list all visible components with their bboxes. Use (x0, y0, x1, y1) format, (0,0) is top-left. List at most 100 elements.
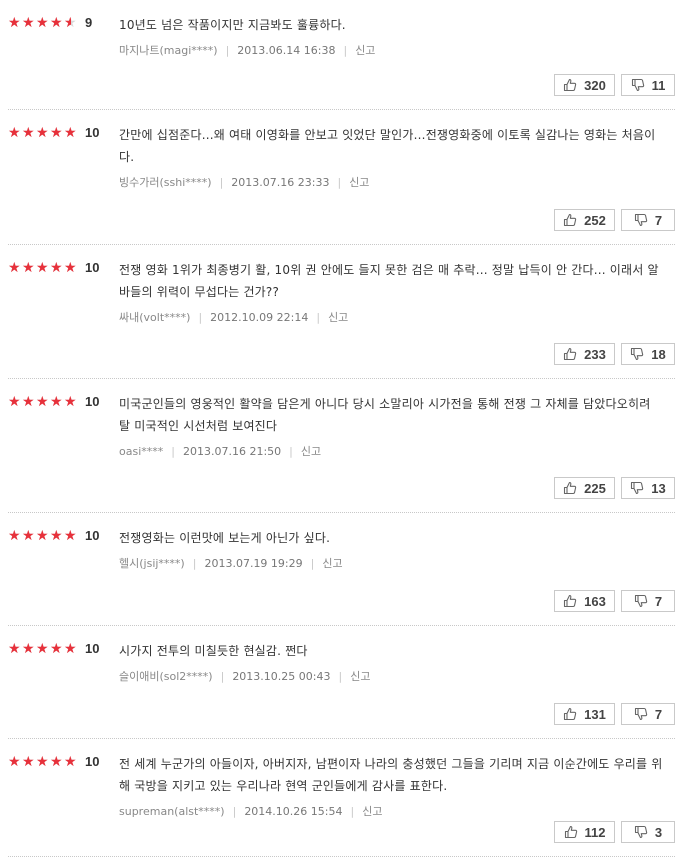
report-link[interactable]: 신고 (322, 555, 342, 571)
review-text: 10년도 넘은 작품이지만 지금봐도 훌륭하다. (119, 18, 346, 32)
dislike-count: 7 (654, 706, 663, 722)
divider: | (225, 43, 230, 57)
star-rating: ★ ★ ★ ★ ★ ★ ★ ★ ★ ★ (8, 16, 78, 30)
thumbs-down-icon (634, 594, 648, 608)
review-item: ★ ★ ★ ★ ★ ★ ★ ★ ★ ★ 10 시가지 전투의 미칠듯한 현실감. 쩐다 슬이애비(… (8, 626, 675, 739)
rating-score: 9 (85, 15, 93, 30)
review-text: 전쟁영화는 이런맛에 보는게 아닌가 싶다. (119, 531, 331, 545)
report-link[interactable]: 신고 (328, 309, 348, 325)
dislike-button[interactable]: 3 (621, 821, 675, 843)
thumbs-up-icon (564, 78, 577, 92)
review-body: 간만에 십점준다...왜 여태 이영화를 안보고 잇었단 말인가...전쟁영화중… (119, 110, 675, 190)
like-count: 320 (584, 77, 606, 93)
star-icon: ★ ★ (50, 259, 63, 276)
like-count: 252 (584, 212, 606, 228)
star-icon: ★ ★ (64, 393, 77, 410)
review-date: 2013.07.16 23:33 (231, 175, 330, 189)
review-meta: 빙수가러(sshi****) | 2013.07.16 23:33 | 신고 (119, 174, 675, 190)
star-icon: ★ ★ (36, 14, 49, 31)
star-icon: ★ ★ (22, 753, 35, 770)
report-link[interactable]: 신고 (350, 668, 370, 684)
divider: | (192, 556, 197, 570)
dislike-button[interactable]: 11 (621, 74, 675, 96)
star-icon: ★ ★ (8, 14, 21, 31)
review-author[interactable]: 마지나트(magi****) (119, 42, 218, 58)
vote-buttons: 252 7 (548, 209, 675, 231)
star-icon: ★ ★ (22, 527, 35, 544)
like-button[interactable]: 320 (554, 74, 615, 96)
star-icon: ★ ★ (64, 527, 77, 544)
star-icon: ★ ★ (36, 124, 49, 141)
review-meta: 슬이애비(sol2****) | 2013.10.25 00:43 | 신고 (119, 668, 675, 684)
star-icon: ★ ★ (8, 393, 21, 410)
rating: ★ ★ ★ ★ ★ ★ ★ ★ ★ ★ 9 (8, 15, 92, 30)
dislike-button[interactable]: 7 (621, 703, 675, 725)
like-button[interactable]: 233 (554, 343, 615, 365)
review-body: 전쟁영화는 이런맛에 보는게 아닌가 싶다. 헬시(jsij****) | 20… (119, 513, 675, 571)
review-date: 2012.10.09 22:14 (210, 310, 309, 324)
review-author[interactable]: supreman(alst****) (119, 805, 225, 818)
thumbs-down-icon (631, 481, 644, 495)
vote-buttons: 225 13 (548, 477, 675, 499)
divider: | (220, 669, 225, 683)
review-author[interactable]: 싸내(volt****) (119, 309, 190, 325)
dislike-count: 7 (654, 212, 663, 228)
rating: ★ ★ ★ ★ ★ ★ ★ ★ ★ ★ 10 (8, 125, 99, 140)
review-text: 시가지 전투의 미칠듯한 현실감. 쩐다 (119, 644, 308, 658)
report-link[interactable]: 신고 (349, 174, 369, 190)
dislike-count: 11 (651, 77, 666, 93)
review-author[interactable]: oasi**** (119, 445, 163, 458)
star-icon: ★ ★ (64, 259, 77, 276)
review-text: 전쟁 영화 1위가 최종병기 활, 10위 권 안에도 들지 못한 검은 매 추… (119, 263, 659, 299)
star-icon: ★ ★ (22, 14, 35, 31)
vote-buttons: 233 18 (548, 343, 675, 365)
star-icon: ★ ★ (8, 753, 21, 770)
star-rating: ★ ★ ★ ★ ★ ★ ★ ★ ★ ★ (8, 529, 78, 543)
star-icon: ★ ★ (50, 124, 63, 141)
divider: | (198, 310, 203, 324)
dislike-button[interactable]: 18 (621, 343, 675, 365)
review-meta: oasi**** | 2013.07.16 21:50 | 신고 (119, 443, 675, 459)
star-icon: ★ ★ (22, 124, 35, 141)
review-author[interactable]: 슬이애비(sol2****) (119, 668, 213, 684)
like-button[interactable]: 252 (554, 209, 615, 231)
star-icon: ★ ★ (64, 14, 77, 31)
divider: | (171, 444, 175, 458)
rating-score: 10 (85, 754, 100, 769)
report-link[interactable]: 신고 (355, 42, 375, 58)
review-date: 2013.06.14 16:38 (237, 43, 336, 57)
rating: ★ ★ ★ ★ ★ ★ ★ ★ ★ ★ 10 (8, 394, 99, 409)
thumbs-up-icon (564, 213, 577, 227)
report-link[interactable]: 신고 (301, 443, 321, 459)
review-author[interactable]: 빙수가러(sshi****) (119, 174, 212, 190)
like-count: 233 (584, 346, 606, 362)
vote-buttons: 163 7 (548, 590, 675, 612)
divider: | (219, 175, 224, 189)
star-icon: ★ ★ (50, 393, 63, 410)
like-button[interactable]: 112 (554, 821, 615, 843)
divider: | (343, 43, 348, 57)
thumbs-up-icon (564, 347, 577, 361)
star-icon: ★ ★ (22, 640, 35, 657)
like-count: 131 (584, 706, 606, 722)
like-button[interactable]: 131 (554, 703, 615, 725)
like-button[interactable]: 163 (554, 590, 615, 612)
report-link[interactable]: 신고 (362, 803, 382, 819)
divider: | (310, 556, 315, 570)
dislike-button[interactable]: 7 (621, 590, 675, 612)
divider: | (338, 669, 343, 683)
divider: | (289, 444, 293, 458)
review-author[interactable]: 헬시(jsij****) (119, 555, 185, 571)
star-icon: ★ ★ (36, 753, 49, 770)
star-icon: ★ ★ (50, 527, 63, 544)
like-button[interactable]: 225 (554, 477, 615, 499)
review-list: ★ ★ ★ ★ ★ ★ ★ ★ ★ ★ 9 10년도 넘은 작품이지만 지금봐도 훌륭하다. 마지… (0, 0, 682, 857)
dislike-button[interactable]: 13 (621, 477, 675, 499)
review-body: 미국군인들의 영웅적인 활약을 담은게 아니다 당시 소말리아 시가전을 통해 … (119, 379, 675, 459)
rating-score: 10 (85, 528, 100, 543)
star-icon: ★ ★ (36, 640, 49, 657)
divider: | (316, 310, 321, 324)
like-count: 112 (584, 824, 606, 840)
review-body: 전 세계 누군가의 아들이자, 아버지자, 남편이자 나라의 충성했던 그들을 … (119, 739, 675, 819)
dislike-button[interactable]: 7 (621, 209, 675, 231)
